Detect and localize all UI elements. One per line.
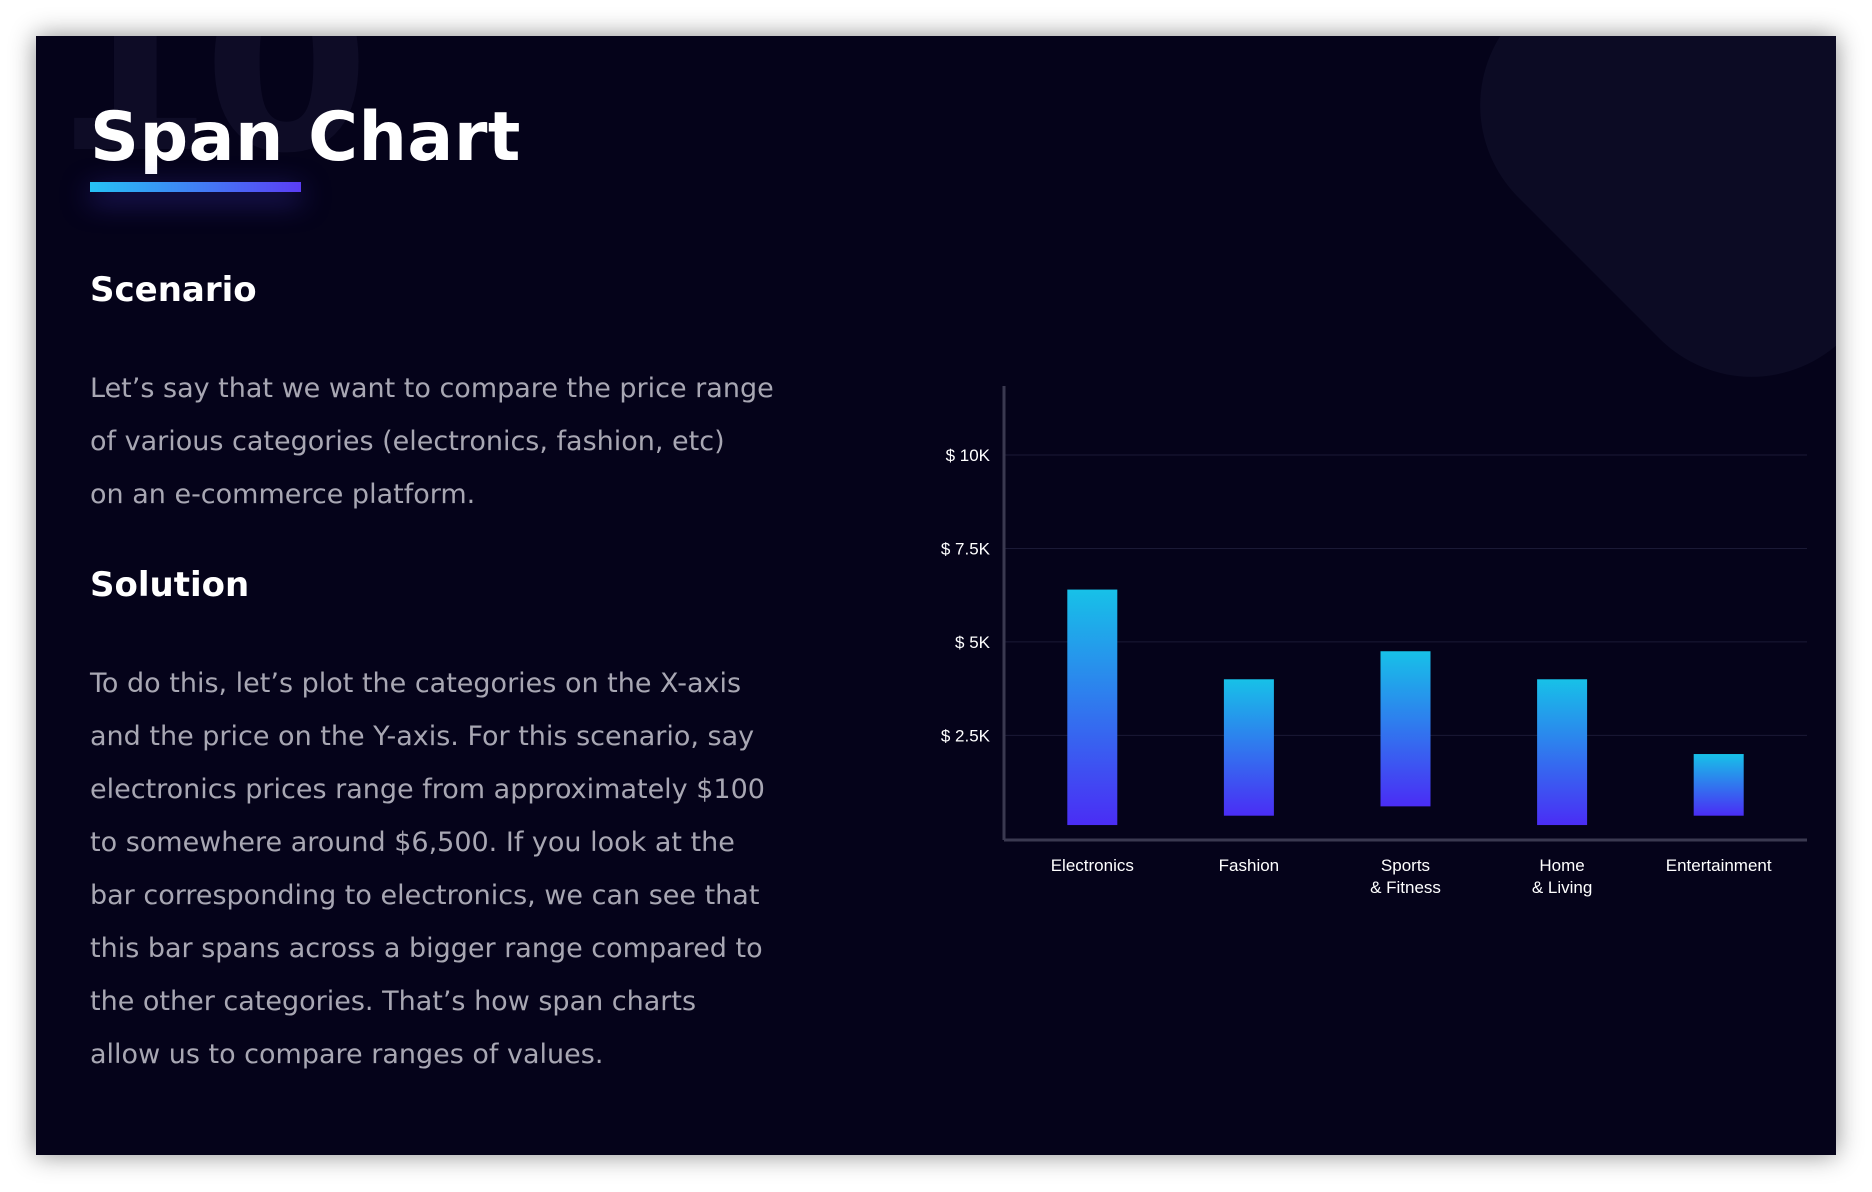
chart-labels: $ 2.5K $ 5K $ 7.5K $ 10K Electronics Fashion S…: [941, 446, 1772, 897]
y-tick-label: $ 7.5K: [941, 539, 991, 558]
x-tick-label: Fashion: [1219, 856, 1279, 875]
x-tick-label: Electronics: [1051, 856, 1134, 875]
x-tick-label: Sports: [1381, 856, 1430, 875]
x-tick-label: Entertainment: [1666, 856, 1772, 875]
span-bar: [1693, 754, 1744, 816]
span-bar: [1380, 651, 1431, 807]
span-bar: [1537, 679, 1588, 826]
span-bar: [1067, 589, 1118, 826]
slide: 10 Span Chart Scenario Let’s say that we…: [36, 36, 1836, 1155]
chart-bars: [1067, 589, 1744, 826]
y-tick-label: $ 5K: [955, 633, 991, 652]
y-tick-label: $ 2.5K: [941, 726, 991, 745]
x-tick-label: & Fitness: [1370, 878, 1441, 897]
x-tick-label: & Living: [1532, 878, 1592, 897]
span-bar: [1223, 679, 1274, 816]
span-chart: $ 2.5K $ 5K $ 7.5K $ 10K Electronics Fashion S…: [941, 386, 1807, 897]
x-tick-label: Home: [1539, 856, 1584, 875]
y-tick-label: $ 10K: [946, 446, 991, 465]
